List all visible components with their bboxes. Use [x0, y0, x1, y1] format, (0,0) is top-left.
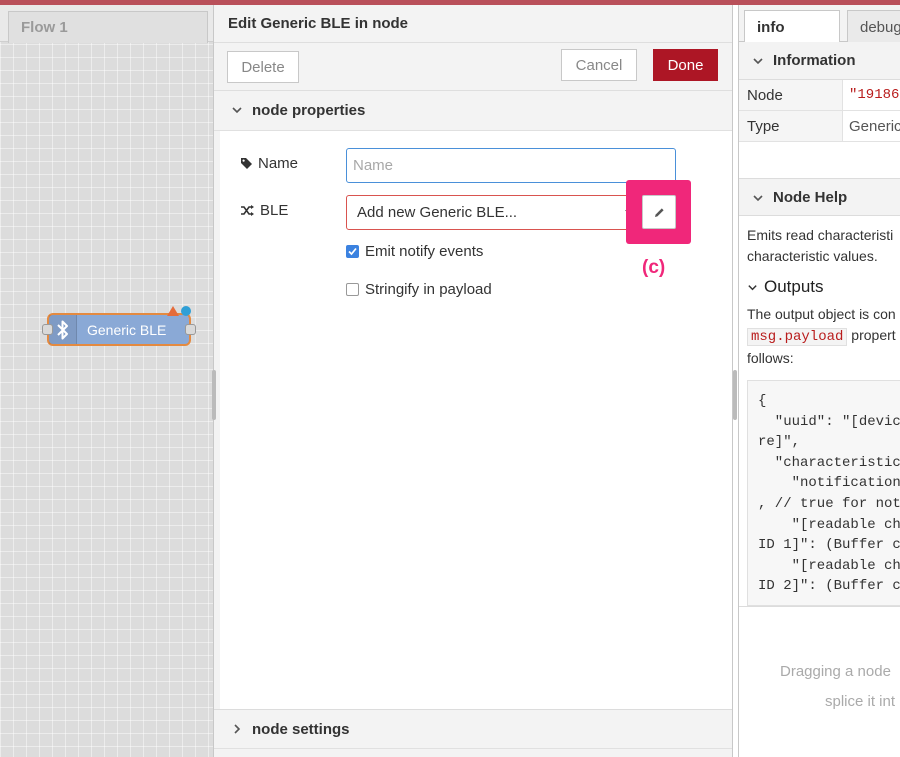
sidebar-tabs: info debug — [739, 5, 900, 43]
ble-selected-value: Add new Generic BLE... — [357, 204, 518, 221]
chevron-down-icon — [748, 284, 757, 290]
node-input-port[interactable] — [42, 324, 53, 335]
outputs-description: The output object is con msg.payload pro… — [747, 304, 896, 369]
stringify-checkbox[interactable] — [346, 283, 359, 296]
section-label: Node Help — [773, 189, 848, 206]
ble-label-text: BLE — [260, 202, 289, 219]
name-input[interactable] — [346, 148, 676, 183]
section-label: Information — [773, 52, 856, 69]
section-label: node settings — [252, 721, 350, 738]
status-dot-icon — [181, 306, 191, 316]
chevron-down-icon — [753, 195, 763, 202]
shuffle-icon — [241, 205, 254, 216]
msg-payload-code: msg.payload — [747, 328, 848, 346]
section-node-properties[interactable]: node properties — [214, 91, 732, 131]
ble-config-select[interactable]: Add new Generic BLE... — [346, 195, 636, 230]
dialog-title: Edit Generic BLE in node — [228, 15, 409, 32]
sidebar-drop-hint: Dragging a node splice it int — [739, 606, 900, 757]
stringify-checkbox-row[interactable]: Stringify in payload — [346, 281, 492, 298]
edit-node-tray: Edit Generic BLE in node Delete Cancel D… — [213, 5, 733, 757]
delete-button[interactable]: Delete — [227, 51, 299, 83]
flow-tab-strip: Flow 1 — [0, 5, 220, 43]
info-value: Generic — [849, 118, 900, 135]
section-label: node properties — [252, 102, 366, 119]
warning-triangle-icon — [167, 306, 179, 316]
info-key: Type — [739, 111, 843, 141]
edit-ble-config-button[interactable] — [642, 195, 676, 229]
emit-notify-label: Emit notify events — [365, 243, 484, 260]
sidebar: info debug Information Node "19186 Type … — [738, 5, 900, 757]
tray-toolbar: Delete Cancel Done — [214, 43, 732, 91]
emit-notify-checkbox-row[interactable]: Emit notify events — [346, 243, 483, 260]
tab-flow-1[interactable]: Flow 1 — [8, 11, 208, 43]
section-node-settings[interactable]: node settings — [214, 709, 732, 749]
tag-icon — [241, 158, 252, 169]
tab-info[interactable]: info — [744, 10, 840, 43]
stringify-label: Stringify in payload — [365, 281, 492, 298]
right-splitter-handle[interactable] — [733, 370, 737, 420]
outputs-heading-text: Outputs — [764, 277, 824, 296]
info-row-type: Type Generic — [739, 111, 900, 142]
help-line: follows: — [747, 350, 794, 366]
chevron-down-icon — [232, 107, 242, 114]
generic-ble-node[interactable]: Generic BLE — [42, 306, 196, 346]
node-output-port[interactable] — [185, 324, 196, 335]
tray-header: Edit Generic BLE in node — [214, 5, 732, 43]
left-splitter-handle[interactable] — [212, 370, 216, 420]
help-line: msg.payload propert — [747, 325, 896, 348]
info-value[interactable]: "19186 — [849, 87, 899, 103]
chevron-right-icon — [234, 724, 241, 734]
emit-notify-checkbox[interactable] — [346, 245, 359, 258]
chevron-down-icon — [753, 58, 763, 65]
help-line: The output object is con — [747, 306, 896, 322]
drag-tip-line: Dragging a node — [780, 663, 891, 680]
tab-debug[interactable]: debug — [847, 10, 900, 43]
bluetooth-icon — [49, 315, 77, 344]
flow-workspace[interactable]: Flow 1 Generic BLE — [0, 5, 220, 757]
name-label: Name — [240, 155, 298, 172]
cancel-button[interactable]: Cancel — [561, 49, 637, 81]
name-label-text: Name — [258, 155, 299, 172]
output-code-block: { "uuid": "[devic re]", "characteristic … — [747, 380, 900, 606]
callout-label: (c) — [642, 257, 666, 278]
node-label: Generic BLE — [87, 322, 167, 338]
help-line-suffix: propert — [847, 327, 896, 343]
information-section-header[interactable]: Information — [739, 42, 900, 80]
ble-label: BLE — [240, 202, 288, 219]
info-key: Node — [739, 80, 843, 110]
done-button[interactable]: Done — [653, 49, 718, 81]
outputs-heading[interactable]: Outputs — [747, 277, 824, 297]
pencil-icon — [654, 207, 664, 217]
info-row-node: Node "19186 — [739, 80, 900, 111]
node-properties-panel: Name BLE Add new Generic BLE... (c) Emit… — [220, 131, 732, 709]
check-icon — [348, 247, 357, 256]
help-line: Emits read characteristi — [747, 227, 894, 243]
help-line: characteristic values. — [747, 248, 878, 264]
drag-tip-line: splice it int — [825, 693, 896, 710]
node-help-section-header[interactable]: Node Help — [739, 178, 900, 216]
help-description: Emits read characteristi characteristic … — [747, 225, 893, 267]
